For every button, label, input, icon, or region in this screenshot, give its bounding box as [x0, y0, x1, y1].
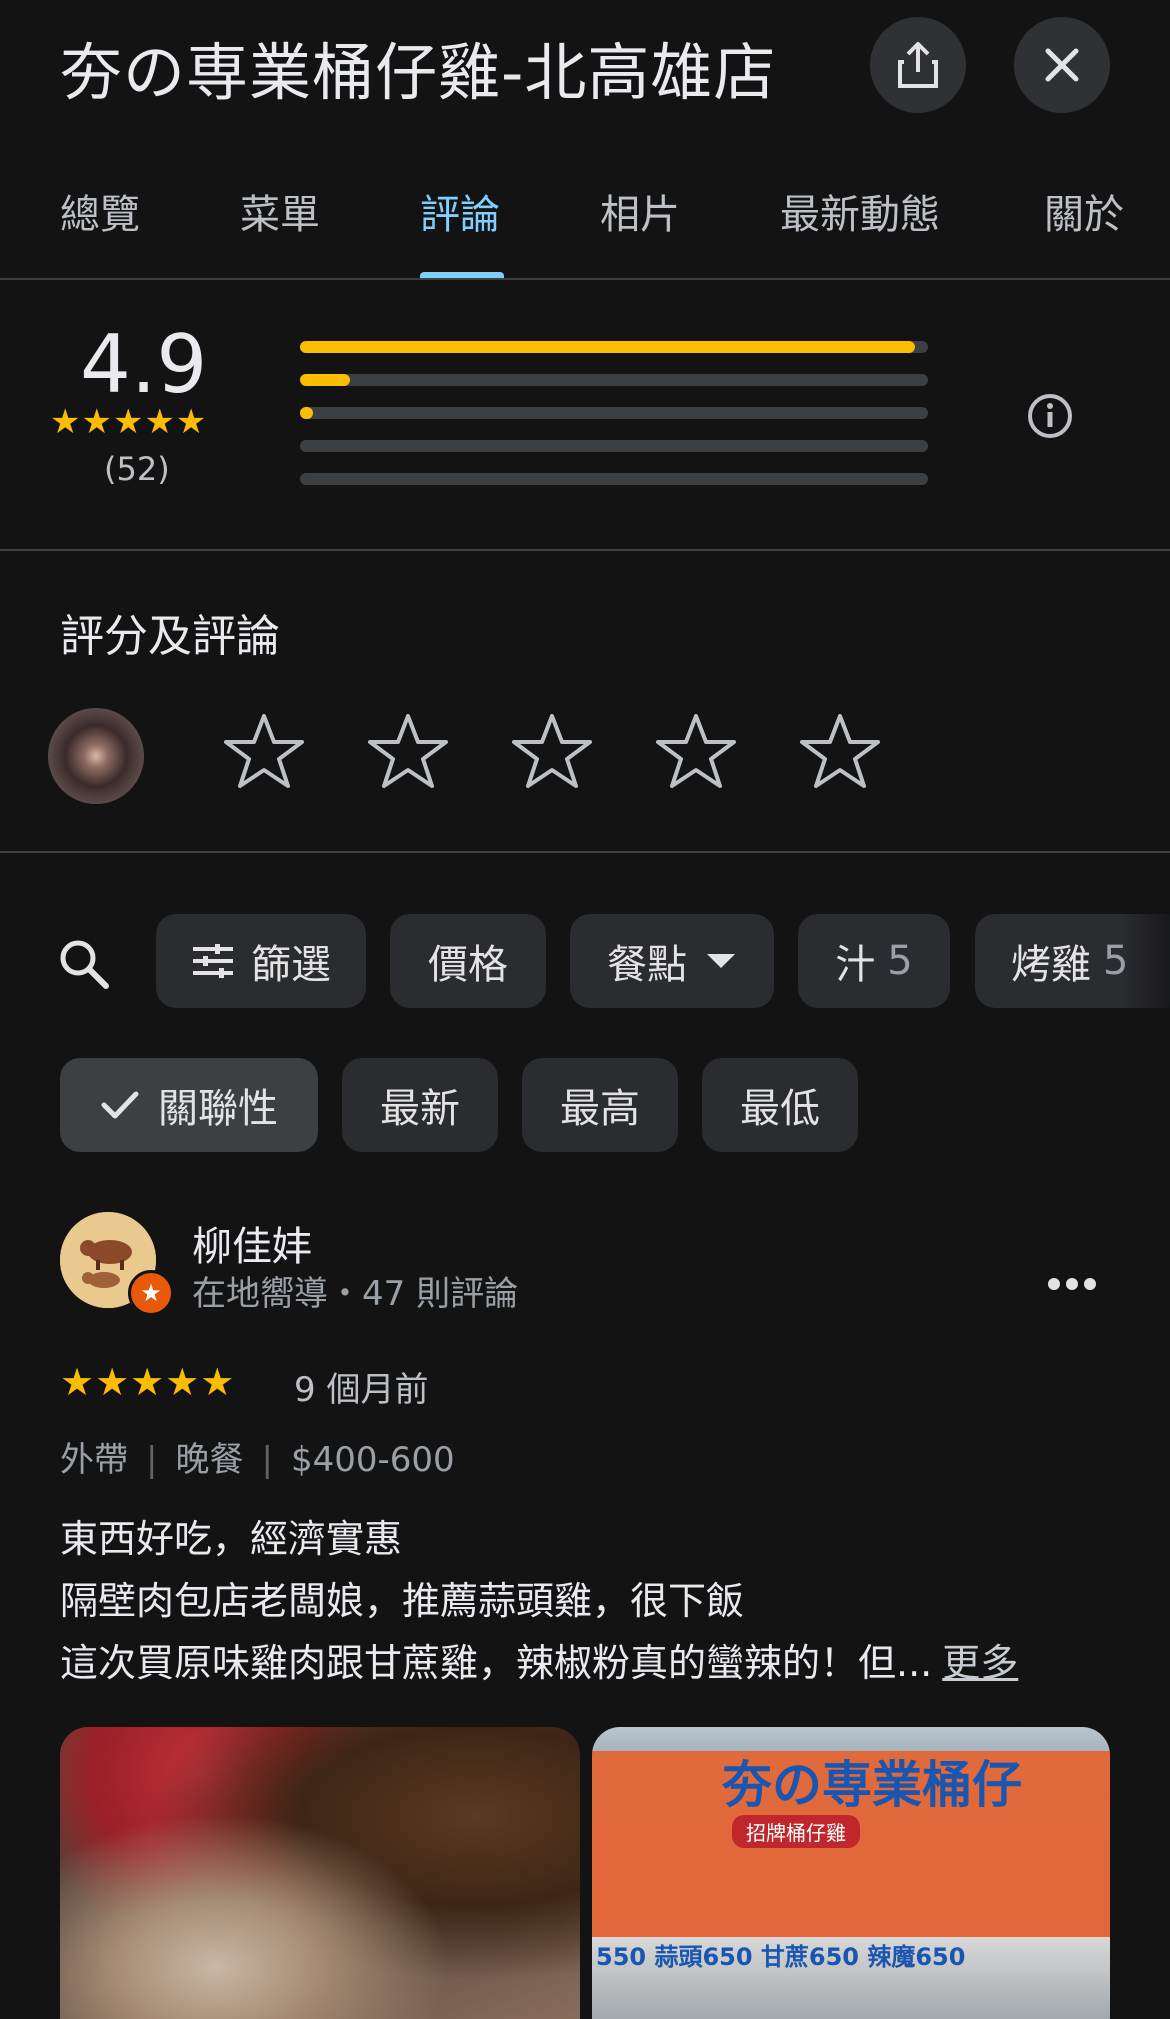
review-line: 隔壁肉包店老闆娘，推薦蒜頭雞，很下飯 — [60, 1579, 745, 1623]
more-horiz-icon — [1048, 1278, 1096, 1290]
search-reviews-button[interactable] — [54, 934, 114, 998]
review-text: 東西好吃，經濟實惠 隔壁肉包店老闆娘，推薦蒜頭雞，很下飯 這次買原味雞肉跟甘蔗雞… — [60, 1508, 1018, 1694]
review-tags: 外帶 | 晚餐 | $400-600 — [60, 1440, 455, 1480]
sort-chip-label: 最新 — [380, 1086, 460, 1132]
price-chip-label: 價格 — [428, 942, 508, 988]
rating-bar-4 — [300, 374, 928, 386]
tab-bar: 總覽 菜單 評論 相片 最新動態 關於 — [0, 170, 1170, 280]
divider — [0, 549, 1170, 551]
tab-overview[interactable]: 總覽 — [60, 182, 140, 240]
star-rating-5-button[interactable] — [798, 710, 882, 794]
meal-chip-label: 餐點 — [607, 942, 687, 988]
storefront-sign-text: 夯の専業桶仔 — [722, 1755, 1022, 1814]
reviews-page: 夯の専業桶仔雞-北高雄店 總覽 菜單 評論 相片 最新動態 關於 4.9 ★★★… — [0, 0, 1170, 2019]
reviewer-meta: 在地嚮導・47 則評論 — [192, 1274, 519, 1314]
review-photo-storefront[interactable]: 夯の専業桶仔 招牌桶仔雞 550 蒜頭650 甘蔗650 辣魔650 — [592, 1727, 1110, 2019]
tab-about[interactable]: 關於 — [1044, 182, 1124, 240]
meal-dropdown-chip[interactable]: 餐點 — [570, 914, 774, 1008]
average-stars: ★★★★★ — [50, 402, 208, 442]
review-count: (52) — [104, 450, 170, 488]
filter-chip[interactable]: 篩選 — [156, 914, 366, 1008]
star-rating-3-button[interactable] — [510, 710, 594, 794]
topic-chip-count: 5 — [887, 938, 913, 984]
close-icon — [1045, 48, 1079, 82]
topic-chip-label: 汁 — [835, 942, 876, 988]
local-guide-badge: ★ — [128, 1270, 174, 1316]
sort-chip-label: 最低 — [740, 1086, 820, 1132]
topic-chip-juice[interactable]: 汁 5 — [798, 914, 950, 1008]
dropdown-arrow-icon — [707, 954, 735, 968]
review-time: 9 個月前 — [294, 1370, 429, 1410]
divider — [0, 278, 1170, 280]
search-icon — [60, 940, 109, 989]
review-photo-food[interactable] — [60, 1727, 580, 2019]
storefront-sign-subtitle: 招牌桶仔雞 — [732, 1815, 860, 1848]
review-tag: 晚餐 — [175, 1440, 244, 1480]
sort-chip-label: 最高 — [560, 1086, 640, 1132]
sort-relevance-chip[interactable]: 關聯性 — [60, 1058, 318, 1152]
review-stars: ★★★★★ — [60, 1360, 236, 1404]
rating-bar-5 — [300, 341, 928, 353]
star-rating-4-button[interactable] — [654, 710, 738, 794]
star-rating-2-button[interactable] — [366, 710, 450, 794]
rating-bar-2 — [300, 440, 928, 452]
sort-highest-chip[interactable]: 最高 — [522, 1058, 678, 1152]
rating-bar-1 — [300, 473, 928, 485]
tab-reviews[interactable]: 評論 — [420, 182, 500, 240]
average-rating: 4.9 — [80, 318, 208, 411]
info-icon[interactable] — [1026, 392, 1074, 444]
sort-chip-label: 關聯性 — [158, 1086, 278, 1132]
rating-bar-fill — [300, 374, 351, 386]
topic-chip-count: 5 — [1103, 938, 1129, 984]
filter-chip-label: 篩選 — [251, 942, 331, 988]
sort-newest-chip[interactable]: 最新 — [342, 1058, 498, 1152]
review-tag: 外帶 — [60, 1440, 128, 1480]
rating-bar-fill — [300, 341, 916, 353]
divider — [0, 851, 1170, 853]
sort-lowest-chip[interactable]: 最低 — [702, 1058, 858, 1152]
tab-menu[interactable]: 菜單 — [240, 182, 320, 240]
share-icon — [898, 42, 938, 88]
rating-bar-3 — [300, 407, 928, 419]
rate-review-title: 評分及評論 — [60, 611, 280, 662]
tab-updates[interactable]: 最新動態 — [780, 182, 940, 240]
rating-bar-fill — [300, 407, 313, 419]
close-button[interactable] — [1014, 17, 1110, 113]
price-chip[interactable]: 價格 — [390, 914, 546, 1008]
reviewer-name[interactable]: 柳佳妦 — [192, 1214, 312, 1272]
star-rating-1-button[interactable] — [222, 710, 306, 794]
storefront-sign-prices: 550 蒜頭650 甘蔗650 辣魔650 — [596, 1943, 966, 1971]
review-line: 這次買原味雞肉跟甘蔗雞，辣椒粉真的蠻辣的！但... — [60, 1641, 933, 1685]
review-more-link[interactable]: 更多 — [942, 1641, 1018, 1685]
place-title: 夯の専業桶仔雞-北高雄店 — [60, 36, 777, 109]
topic-chip-roast-chicken[interactable]: 烤雞 5 — [975, 914, 1170, 1008]
review-line: 東西好吃，經濟實惠 — [60, 1517, 403, 1561]
user-avatar — [48, 708, 144, 804]
topic-chip-label: 烤雞 — [1011, 942, 1091, 988]
tab-photos[interactable]: 相片 — [600, 182, 680, 240]
check-icon — [101, 1091, 139, 1119]
share-button[interactable] — [870, 17, 966, 113]
review-tag: $400-600 — [290, 1440, 455, 1480]
review-more-options-button[interactable] — [1046, 1256, 1098, 1302]
tune-icon — [193, 944, 233, 978]
